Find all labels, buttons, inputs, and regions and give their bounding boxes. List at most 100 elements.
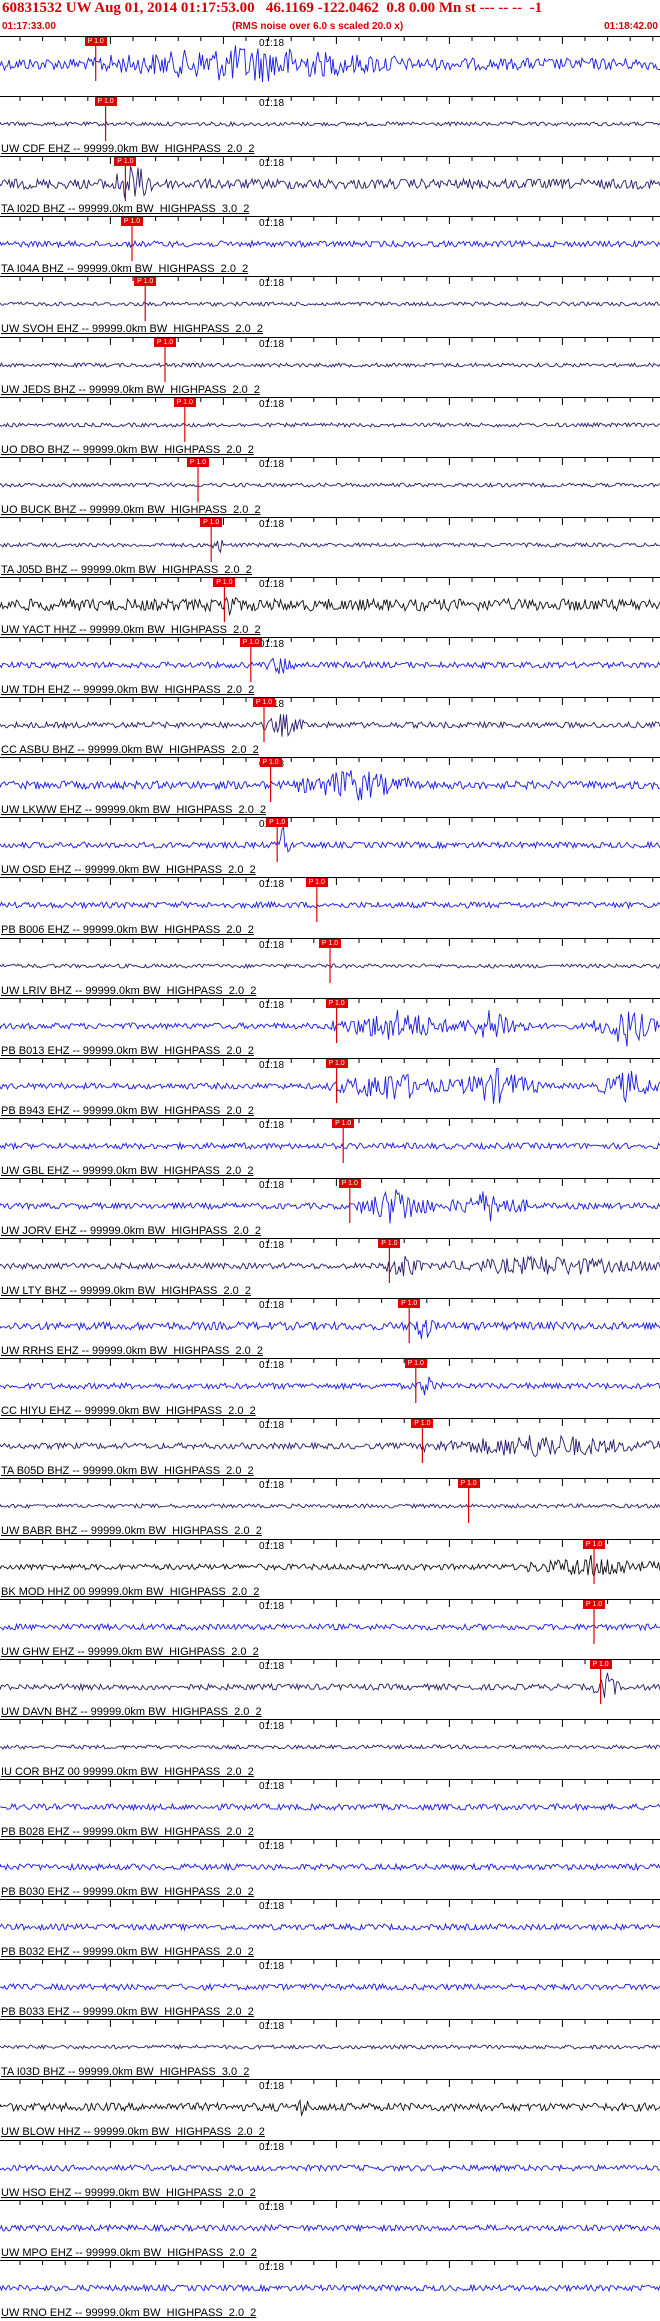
trace-panel: 01:18 UW BLOW HHZ -- 99999.0km BW HIGHPAS… — [0, 2079, 660, 2139]
station-label[interactable]: CC HIYU EHZ -- 99999.0km BW HIGHPASS 2.0… — [1, 1405, 256, 1417]
waveform — [0, 421, 660, 428]
station-label[interactable]: UW JORV EHZ -- 99999.0km BW HIGHPASS 2.0… — [1, 1225, 261, 1237]
trace-panel: 01:18 PB B028 EHZ -- 99999.0km BW HIGHPAS… — [0, 1779, 660, 1839]
waveform — [0, 714, 660, 738]
station-label[interactable]: CC ASBU BHZ -- 99999.0km BW HIGHPASS 2.0… — [1, 744, 259, 756]
tick-label: 01:18 — [259, 1420, 285, 1431]
station-label[interactable]: TA B05D BHZ -- 99999.0km BW HIGHPASS 2.0… — [1, 1465, 254, 1477]
tick-label: 01:18 — [259, 1300, 285, 1311]
pick-marker[interactable]: P 1.0 — [134, 277, 157, 286]
trace-panel: 01:18 P 1.0 PB B006 EHZ -- 99999.0km BW HI… — [0, 877, 660, 937]
pick-marker[interactable]: P 1.0 — [114, 157, 137, 166]
pick-marker[interactable]: P 1.0 — [84, 37, 107, 46]
station-label[interactable]: UW MPO EHZ -- 99999.0km BW HIGHPASS 2.0 … — [1, 2247, 257, 2259]
station-label[interactable]: UO BUCK BHZ -- 99999.0km BW HIGHPASS 2.0… — [1, 504, 261, 516]
station-label[interactable]: PB B028 EHZ -- 99999.0km BW HIGHPASS 2.0… — [1, 1826, 254, 1838]
station-label[interactable]: UW YACT HHZ -- 99999.0km BW HIGHPASS 2.0… — [1, 624, 261, 636]
waveform — [0, 1922, 660, 1932]
pick-marker[interactable]: P 1.0 — [266, 818, 289, 827]
pick-marker[interactable]: P 1.0 — [121, 217, 143, 226]
tick-label: 01:18 — [259, 98, 285, 109]
pick-marker[interactable]: P 1.0 — [398, 1299, 421, 1308]
station-label[interactable]: PB B030 EHZ -- 99999.0km BW HIGHPASS 2.0… — [1, 1886, 254, 1898]
waveform — [0, 1672, 660, 1698]
pick-marker[interactable]: P 1.0 — [338, 1179, 361, 1188]
tick-label: 01:18 — [259, 1901, 285, 1912]
trace-panel: 01:18 P 1.0 UW DAVN BHZ -- 99999.0km BW HI… — [0, 1659, 660, 1719]
pick-marker[interactable]: P 1.0 — [305, 878, 328, 887]
station-label[interactable]: UW BABR BHZ -- 99999.0km BW HIGHPASS 2.0… — [1, 1525, 262, 1537]
station-label[interactable]: UW GBL EHZ -- 99999.0km BW HIGHPASS 2.0 … — [1, 1165, 253, 1177]
pick-marker[interactable]: P 1.0 — [378, 1239, 401, 1248]
pick-marker[interactable]: P 1.0 — [404, 1359, 427, 1368]
tick-label: 01:18 — [259, 1120, 285, 1131]
tick-label: 01:18 — [259, 1721, 285, 1732]
pick-marker[interactable]: P 1.0 — [239, 638, 262, 647]
tick-label: 01:18 — [259, 2202, 285, 2213]
tick-label: 01:18 — [259, 38, 285, 49]
pick-marker[interactable]: P 1.0 — [332, 1119, 355, 1128]
station-label[interactable]: TA J05D BHZ -- 99999.0km BW HIGHPASS 2.0… — [1, 564, 252, 576]
pick-marker[interactable]: P 1.0 — [411, 1419, 434, 1428]
station-label[interactable]: TA I02D BHZ -- 99999.0km BW HIGHPASS 3.0… — [1, 203, 249, 215]
pick-marker[interactable]: P 1.0 — [173, 398, 196, 407]
trace-panel: 01:18 UW HSO EHZ -- 99999.0km BW HIGHPASS… — [0, 2140, 660, 2200]
pick-marker[interactable]: P 1.0 — [253, 698, 275, 707]
tick-label: 01:18 — [259, 1601, 285, 1612]
pick-marker[interactable]: P 1.0 — [583, 1540, 605, 1549]
station-label[interactable]: UW RRHS EHZ -- 99999.0km BW HIGHPASS 2.0… — [1, 1345, 263, 1357]
trace-panel: 01:18 P 1.0 UW CDF EHZ -- 99999.0km BW HIG… — [0, 96, 660, 156]
waveform — [0, 826, 660, 853]
station-label[interactable]: TA I03D BHZ -- 99999.0km BW HIGHPASS 3.0… — [1, 2066, 249, 2078]
pick-marker[interactable]: P 1.0 — [319, 939, 341, 948]
pick-marker[interactable]: P 1.0 — [583, 1600, 605, 1609]
station-label[interactable]: UW HSO EHZ -- 99999.0km BW HIGHPASS 2.0 … — [1, 2187, 256, 2199]
waveform — [0, 1622, 660, 1632]
waveform — [0, 1376, 660, 1396]
pick-marker[interactable]: P 1.0 — [325, 999, 348, 1008]
station-label[interactable]: PB B033 EHZ -- 99999.0km BW HIGHPASS 2.0… — [1, 2006, 254, 2018]
station-label[interactable]: UW JEDS BHZ -- 99999.0km BW HIGHPASS 2.0… — [1, 384, 260, 396]
station-label[interactable]: UW DAVN BHZ -- 99999.0km BW HIGHPASS 2.0… — [1, 1706, 262, 1718]
waveform — [0, 1554, 660, 1579]
waveform — [0, 1255, 660, 1277]
station-label[interactable]: UW CDF EHZ -- 99999.0km BW HIGHPASS 2.0 … — [1, 143, 254, 155]
pick-marker[interactable]: P 1.0 — [589, 1660, 612, 1669]
station-label[interactable]: UW LKWW EHZ -- 99999.0km BW HIGHPASS 2.0… — [1, 804, 266, 816]
pick-marker[interactable]: P 1.0 — [187, 458, 209, 467]
pick-marker[interactable]: P 1.0 — [94, 97, 117, 106]
pick-marker[interactable]: P 1.0 — [259, 758, 282, 767]
station-label[interactable]: UW LRIV BHZ -- 99999.0km BW HIGHPASS 2.0… — [1, 985, 256, 997]
trace-panel: 01:18 PB B033 EHZ -- 99999.0km BW HIGHPAS… — [0, 1959, 660, 2019]
station-label[interactable]: UW LTY BHZ -- 99999.0km BW HIGHPASS 2.0 … — [1, 1285, 251, 1297]
waveform — [0, 539, 660, 554]
trace-panel: 01:18 TA I03D BHZ -- 99999.0km BW HIGHPAS… — [0, 2019, 660, 2079]
tick-label: 01:18 — [259, 2021, 285, 2032]
tick-label: 01:18 — [259, 1961, 285, 1972]
station-label[interactable]: UO DBO BHZ -- 99999.0km BW HIGHPASS 2.0 … — [1, 444, 254, 456]
tick-label: 01:18 — [259, 158, 285, 169]
trace-panel: 01:18 P 1.0 PB B013 EHZ -- 99999.0km BW HI… — [0, 998, 660, 1058]
station-label[interactable]: TA I04A BHZ -- 99999.0km BW HIGHPASS 2.0… — [1, 263, 248, 275]
station-label[interactable]: UW SVOH EHZ -- 99999.0km BW HIGHPASS 2.0… — [1, 323, 263, 335]
station-label[interactable]: UW BLOW HHZ -- 99999.0km BW HIGHPASS 2.0… — [1, 2126, 265, 2138]
pick-marker[interactable]: P 1.0 — [200, 518, 223, 527]
pick-marker[interactable]: P 1.0 — [154, 338, 176, 347]
station-label[interactable]: PB B013 EHZ -- 99999.0km BW HIGHPASS 2.0… — [1, 1045, 254, 1057]
station-label[interactable]: UW RNO EHZ -- 99999.0km BW HIGHPASS 2.0 … — [1, 2307, 256, 2319]
station-label[interactable]: UW TDH EHZ -- 99999.0km BW HIGHPASS 2.0 … — [1, 684, 254, 696]
station-label[interactable]: UW GHW EHZ -- 99999.0km BW HIGHPASS 2.0 … — [1, 1646, 259, 1658]
station-label[interactable]: PB B943 EHZ -- 99999.0km BW HIGHPASS 2.0… — [1, 1105, 254, 1117]
pick-marker[interactable]: P 1.0 — [457, 1479, 480, 1488]
station-label[interactable]: PB B006 EHZ -- 99999.0km BW HIGHPASS 2.0… — [1, 924, 254, 936]
station-label[interactable]: BK MOD HHZ 00 99999.0km BW HIGHPASS 2.0 … — [1, 1586, 259, 1598]
trace-panel: 01:18 P 1.0 UW RRHS EHZ -- 99999.0km BW HI… — [0, 1298, 660, 1358]
pick-marker[interactable]: P 1.0 — [213, 578, 236, 587]
waveform — [0, 300, 660, 307]
pick-marker[interactable]: P 1.0 — [325, 1059, 348, 1068]
station-label[interactable]: UW OSD EHZ -- 99999.0km BW HIGHPASS 2.0 … — [1, 864, 256, 876]
station-label[interactable]: PB B032 EHZ -- 99999.0km BW HIGHPASS 2.0… — [1, 1946, 254, 1958]
seismogram-traces: 01:18 P 1.0 01:18 P 1.0 UW CDF EHZ -- 99999.… — [0, 36, 660, 2319]
station-label[interactable]: IU COR BHZ 00 99999.0km BW HIGHPASS 2.0 … — [1, 1766, 254, 1778]
trace-panel: 01:18 UW RNO EHZ -- 99999.0km BW HIGHPASS… — [0, 2260, 660, 2320]
